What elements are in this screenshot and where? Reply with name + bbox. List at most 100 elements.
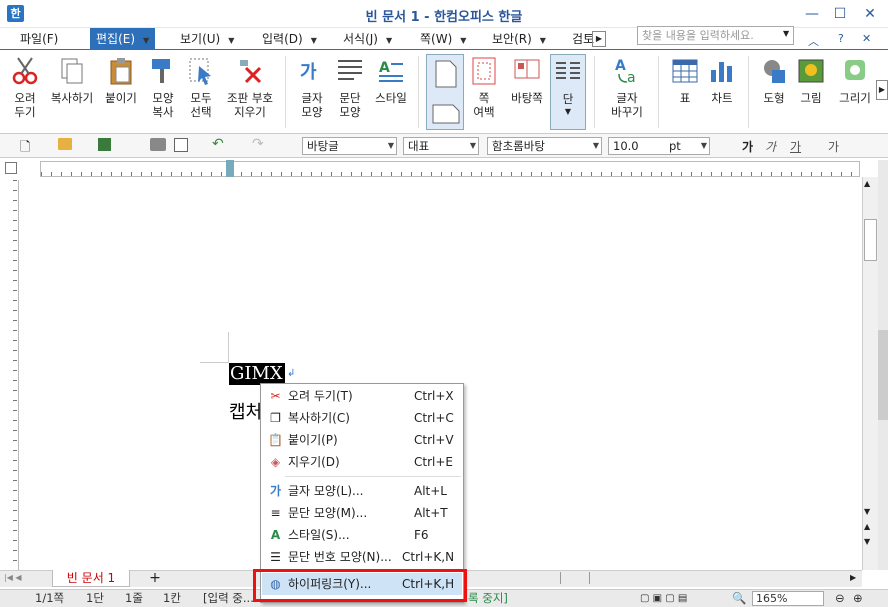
menu-item-delete[interactable]: ◈ 지우기(D) Ctrl+E	[262, 451, 462, 473]
menu-item-copy[interactable]: ❐ 복사하기(C) Ctrl+C	[262, 407, 462, 429]
scroll-up-icon[interactable]: ▲	[864, 179, 870, 188]
menu-item-para-shape[interactable]: ≡ 문단 모양(M)... Alt+T	[262, 502, 462, 524]
scroll-thumb[interactable]	[864, 219, 877, 261]
open-folder-icon[interactable]	[58, 138, 72, 150]
add-tab-button[interactable]: +	[138, 570, 172, 587]
clear-format-button[interactable]: 조판 부호 지우기	[222, 56, 278, 130]
search-dropdown-icon[interactable]: ▼	[783, 29, 789, 38]
tab-document[interactable]: 빈 문서 1	[52, 570, 130, 587]
svg-text:A: A	[379, 60, 390, 76]
style-select[interactable]: 바탕글 ▼	[302, 137, 397, 155]
numbering-icon: ☰	[270, 550, 281, 564]
font-size-select[interactable]: 10.0 pt ▼	[608, 137, 710, 155]
copy-button[interactable]: 복사하기	[46, 56, 98, 130]
italic-button[interactable]: 가	[765, 138, 776, 155]
scroll-down-icon[interactable]: ▼	[864, 507, 870, 516]
status-line: 1줄	[125, 591, 143, 605]
menu-view[interactable]: 보기(U) ▼	[180, 28, 234, 50]
language-select[interactable]: 대표 ▼	[403, 137, 479, 155]
document-text-line[interactable]: 캡처	[229, 398, 262, 424]
scroll-right-icon[interactable]: ▶	[850, 573, 856, 582]
menu-item-style[interactable]: A 스타일(S)... F6	[262, 524, 462, 546]
side-panel-handle[interactable]	[878, 160, 888, 570]
strike-button[interactable]: 가	[828, 138, 839, 155]
para-shape-button[interactable]: 문단 모양	[332, 56, 368, 130]
undo-icon[interactable]: ↶	[212, 136, 224, 152]
print-icon[interactable]	[150, 138, 166, 151]
menu-file[interactable]: 파일(F)	[20, 28, 58, 50]
ribbon-collapse-icon[interactable]: ︿	[808, 33, 819, 49]
chevron-down-icon: ▼	[592, 141, 599, 150]
menu-separator	[285, 476, 461, 477]
more-menus-icon[interactable]: ▶	[592, 31, 606, 47]
selected-text[interactable]: GIMX	[229, 363, 285, 385]
redo-icon[interactable]: ↷	[252, 136, 264, 152]
format-copy-button[interactable]: 모양 복사	[146, 56, 180, 130]
menu-item-paste[interactable]: 📋 붙이기(P) Ctrl+V	[262, 429, 462, 451]
vertical-ruler[interactable]	[5, 180, 19, 570]
tab-nav-icon[interactable]: |◀ ◀	[4, 573, 22, 582]
menu-item-char-shape[interactable]: 가 글자 모양(L)... Alt+L	[262, 480, 462, 502]
char-shape-icon: 가	[300, 62, 317, 83]
maximize-button[interactable]: ☐	[828, 4, 852, 24]
new-doc-icon[interactable]: 🗋	[20, 138, 30, 160]
para-shape-icon: ≡	[270, 506, 281, 520]
menu-security[interactable]: 보안(R) ▼	[492, 28, 546, 50]
svg-text:a: a	[627, 70, 636, 86]
replace-button[interactable]: Aa 글자 바꾸기	[604, 56, 650, 130]
minimize-button[interactable]: —	[800, 4, 824, 24]
view-mode-icons[interactable]: ▢ ▣ ▢ ▤	[640, 590, 687, 607]
underline-button[interactable]: 가	[790, 138, 801, 155]
select-all-button[interactable]: 모두 선택	[184, 56, 218, 130]
help-icon[interactable]: ?	[838, 32, 844, 45]
menu-review[interactable]: 검토	[572, 28, 594, 50]
save-icon[interactable]	[98, 138, 111, 151]
cut-button[interactable]: 오려 두기	[6, 56, 44, 130]
horizontal-ruler[interactable]	[40, 161, 860, 177]
page-up-icon[interactable]: ▲	[864, 522, 870, 531]
close-doc-icon[interactable]: ✕	[862, 32, 871, 45]
search-input[interactable]: 찾을 내용을 입력하세요.	[637, 26, 794, 45]
shape-button[interactable]: 도형	[756, 56, 792, 130]
paste-icon: 📋	[268, 433, 283, 447]
font-select[interactable]: 함초롬바탕 ▼	[487, 137, 602, 155]
status-record[interactable]: 록 중지]	[468, 590, 508, 607]
vertical-scrollbar[interactable]: ▲ ▼ ▲ ▼	[862, 177, 878, 570]
menu-insert[interactable]: 입력(D) ▼	[262, 28, 317, 50]
column-button[interactable]: 단 ▼	[550, 54, 586, 130]
paste-icon	[110, 58, 132, 85]
menu-format[interactable]: 서식(J) ▼	[343, 28, 392, 50]
picture-button[interactable]: 그림	[794, 56, 828, 130]
preview-icon[interactable]	[174, 138, 188, 152]
menu-item-cut[interactable]: ✂ 오려 두기(T) Ctrl+X	[262, 385, 462, 407]
master-page-button[interactable]: 바탕쪽	[506, 56, 548, 130]
zoom-icon[interactable]: 🔍	[732, 590, 746, 607]
zoom-out-icon[interactable]: ⊖	[835, 590, 845, 607]
zoom-in-icon[interactable]: ⊕	[853, 590, 863, 607]
status-col: 1칸	[163, 591, 181, 605]
bold-button[interactable]: 가	[742, 138, 753, 155]
format-painter-icon	[152, 59, 170, 83]
zoom-select[interactable]: 165%	[752, 591, 824, 606]
master-page-icon	[514, 59, 540, 79]
chevron-down-icon: ▼	[387, 141, 394, 150]
page-margin-button[interactable]: 쪽 여백	[466, 56, 502, 130]
menu-item-numbering[interactable]: ☰ 문단 번호 모양(N)... Ctrl+K,N	[262, 546, 462, 568]
ruler-corner[interactable]	[5, 162, 17, 174]
table-button[interactable]: 표	[668, 56, 702, 130]
close-button[interactable]: ✕	[858, 4, 882, 24]
select-all-icon	[189, 58, 211, 85]
page-setup-button[interactable]	[426, 54, 464, 130]
paste-button[interactable]: 붙이기	[101, 56, 141, 130]
drawing-button[interactable]: 그리기	[832, 56, 878, 130]
menu-page[interactable]: 쪽(W) ▼	[420, 28, 466, 50]
style-button[interactable]: A 스타일	[370, 56, 412, 130]
chart-button[interactable]: 차트	[704, 56, 740, 130]
ribbon-scroll-icon[interactable]: ▶	[876, 80, 888, 100]
char-shape-button[interactable]: 가 글자 모양	[295, 56, 329, 130]
h-scroll-thumb[interactable]	[560, 572, 590, 584]
menu-edit[interactable]: 편집(E) ▼	[90, 28, 156, 50]
indent-marker[interactable]	[226, 160, 234, 178]
ribbon-separator	[594, 56, 595, 128]
page-down-icon[interactable]: ▼	[864, 537, 870, 546]
